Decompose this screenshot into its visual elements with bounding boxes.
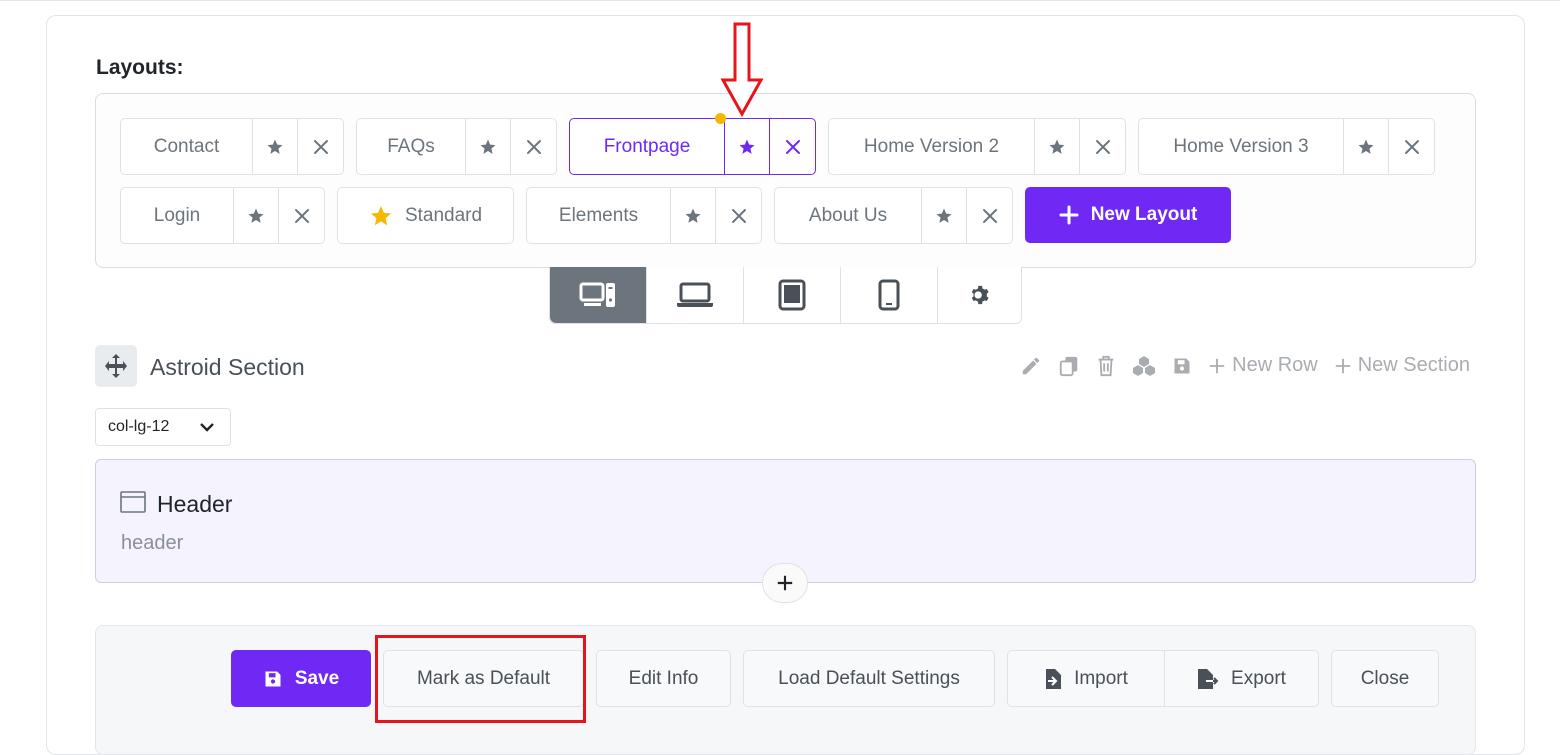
layout-name[interactable]: Contact xyxy=(121,119,253,174)
star-icon[interactable] xyxy=(1344,119,1389,174)
section-toolbar: New Row New Section xyxy=(1020,354,1470,377)
star-icon[interactable] xyxy=(671,188,716,243)
layout-name[interactable]: Home Version 3 xyxy=(1139,119,1344,174)
close-icon[interactable] xyxy=(770,119,815,174)
device-laptop-tab[interactable] xyxy=(647,267,744,323)
layout-name[interactable]: Home Version 2 xyxy=(829,119,1035,174)
cubes-icon[interactable] xyxy=(1132,355,1156,377)
layout-item-home-version-2: Home Version 2 xyxy=(828,118,1126,175)
close-icon[interactable] xyxy=(511,119,556,174)
close-icon[interactable] xyxy=(298,119,343,174)
layouts-heading: Layouts: xyxy=(96,56,184,79)
window-icon xyxy=(120,491,146,513)
new-row-label: New Row xyxy=(1232,354,1318,376)
star-icon[interactable] xyxy=(466,119,511,174)
star-icon[interactable] xyxy=(234,188,279,243)
file-export-icon xyxy=(1198,668,1219,689)
pencil-icon[interactable] xyxy=(1020,355,1042,377)
plus-icon xyxy=(1335,358,1350,373)
section-move-handle[interactable] xyxy=(95,345,137,387)
layout-name[interactable]: Frontpage xyxy=(570,119,725,174)
move-arrows-icon xyxy=(105,354,127,378)
layout-item-home-version-3: Home Version 3 xyxy=(1138,118,1435,175)
section-title: Astroid Section xyxy=(150,354,305,380)
gear-icon xyxy=(971,285,989,305)
laptop-icon xyxy=(677,282,713,307)
new-section-label: New Section xyxy=(1357,354,1470,376)
layout-item-frontpage: Frontpage xyxy=(569,118,816,175)
edit-info-button[interactable]: Edit Info xyxy=(596,650,731,707)
tablet-icon xyxy=(778,279,806,311)
save-button[interactable]: Save xyxy=(231,650,371,707)
import-button[interactable]: Import xyxy=(1007,650,1165,707)
layout-name-default[interactable]: Standard xyxy=(338,188,513,243)
desktop-icon xyxy=(579,282,615,307)
element-subtitle: header xyxy=(121,532,184,554)
device-mobile-tab[interactable] xyxy=(841,267,938,323)
device-desktop-tab[interactable] xyxy=(550,267,647,323)
device-switcher xyxy=(549,267,1022,324)
add-element-button[interactable] xyxy=(762,563,808,603)
layout-item-login: Login xyxy=(120,187,325,244)
plus-icon xyxy=(1059,205,1079,225)
layout-name[interactable]: About Us xyxy=(775,188,922,243)
save-icon xyxy=(265,671,281,686)
layout-item-elements: Elements xyxy=(526,187,762,244)
annotation-down-arrow-icon xyxy=(720,22,764,118)
layout-name[interactable]: Login xyxy=(121,188,234,243)
layout-name[interactable]: Elements xyxy=(527,188,671,243)
layout-item-standard: Standard xyxy=(337,187,514,244)
default-star-icon xyxy=(370,205,391,225)
close-icon[interactable] xyxy=(279,188,324,243)
mobile-icon xyxy=(878,279,900,311)
plus-icon xyxy=(777,575,793,591)
export-button[interactable]: Export xyxy=(1164,650,1319,707)
new-layout-label: New Layout xyxy=(1090,204,1198,225)
layout-item-about-us: About Us xyxy=(774,187,1013,244)
close-icon[interactable] xyxy=(1080,119,1125,174)
new-section-button[interactable]: New Section xyxy=(1334,354,1470,377)
close-button[interactable]: Close xyxy=(1331,650,1439,707)
element-title: Header xyxy=(157,491,233,517)
star-icon[interactable] xyxy=(922,188,967,243)
column-size-select[interactable]: col-lg-12 xyxy=(95,408,231,446)
trash-icon[interactable] xyxy=(1096,355,1116,377)
close-icon[interactable] xyxy=(967,188,1012,243)
export-label: Export xyxy=(1231,667,1286,689)
annotation-highlight-box xyxy=(375,635,586,723)
close-icon[interactable] xyxy=(1389,119,1434,174)
import-label: Import xyxy=(1074,667,1128,689)
save-label: Save xyxy=(294,667,340,689)
chevron-down-icon xyxy=(200,423,215,432)
close-icon[interactable] xyxy=(716,188,761,243)
load-default-settings-button[interactable]: Load Default Settings xyxy=(743,650,995,707)
file-import-icon xyxy=(1046,668,1062,689)
layout-name[interactable]: FAQs xyxy=(357,119,466,174)
star-icon[interactable] xyxy=(725,119,770,174)
plus-icon xyxy=(1209,358,1225,373)
layout-item-contact: Contact xyxy=(120,118,344,175)
star-icon[interactable] xyxy=(1035,119,1080,174)
new-row-button[interactable]: New Row xyxy=(1208,354,1318,377)
save-icon[interactable] xyxy=(1172,356,1192,376)
star-icon[interactable] xyxy=(253,119,298,174)
new-layout-button[interactable]: New Layout xyxy=(1025,187,1231,243)
layout-name: Standard xyxy=(404,204,483,226)
layout-item-faqs: FAQs xyxy=(356,118,557,175)
top-divider xyxy=(0,0,1560,1)
device-tablet-tab[interactable] xyxy=(744,267,841,323)
column-size-value: col-lg-12 xyxy=(108,418,170,435)
copy-icon[interactable] xyxy=(1058,355,1080,377)
device-settings-tab[interactable] xyxy=(938,267,1021,323)
